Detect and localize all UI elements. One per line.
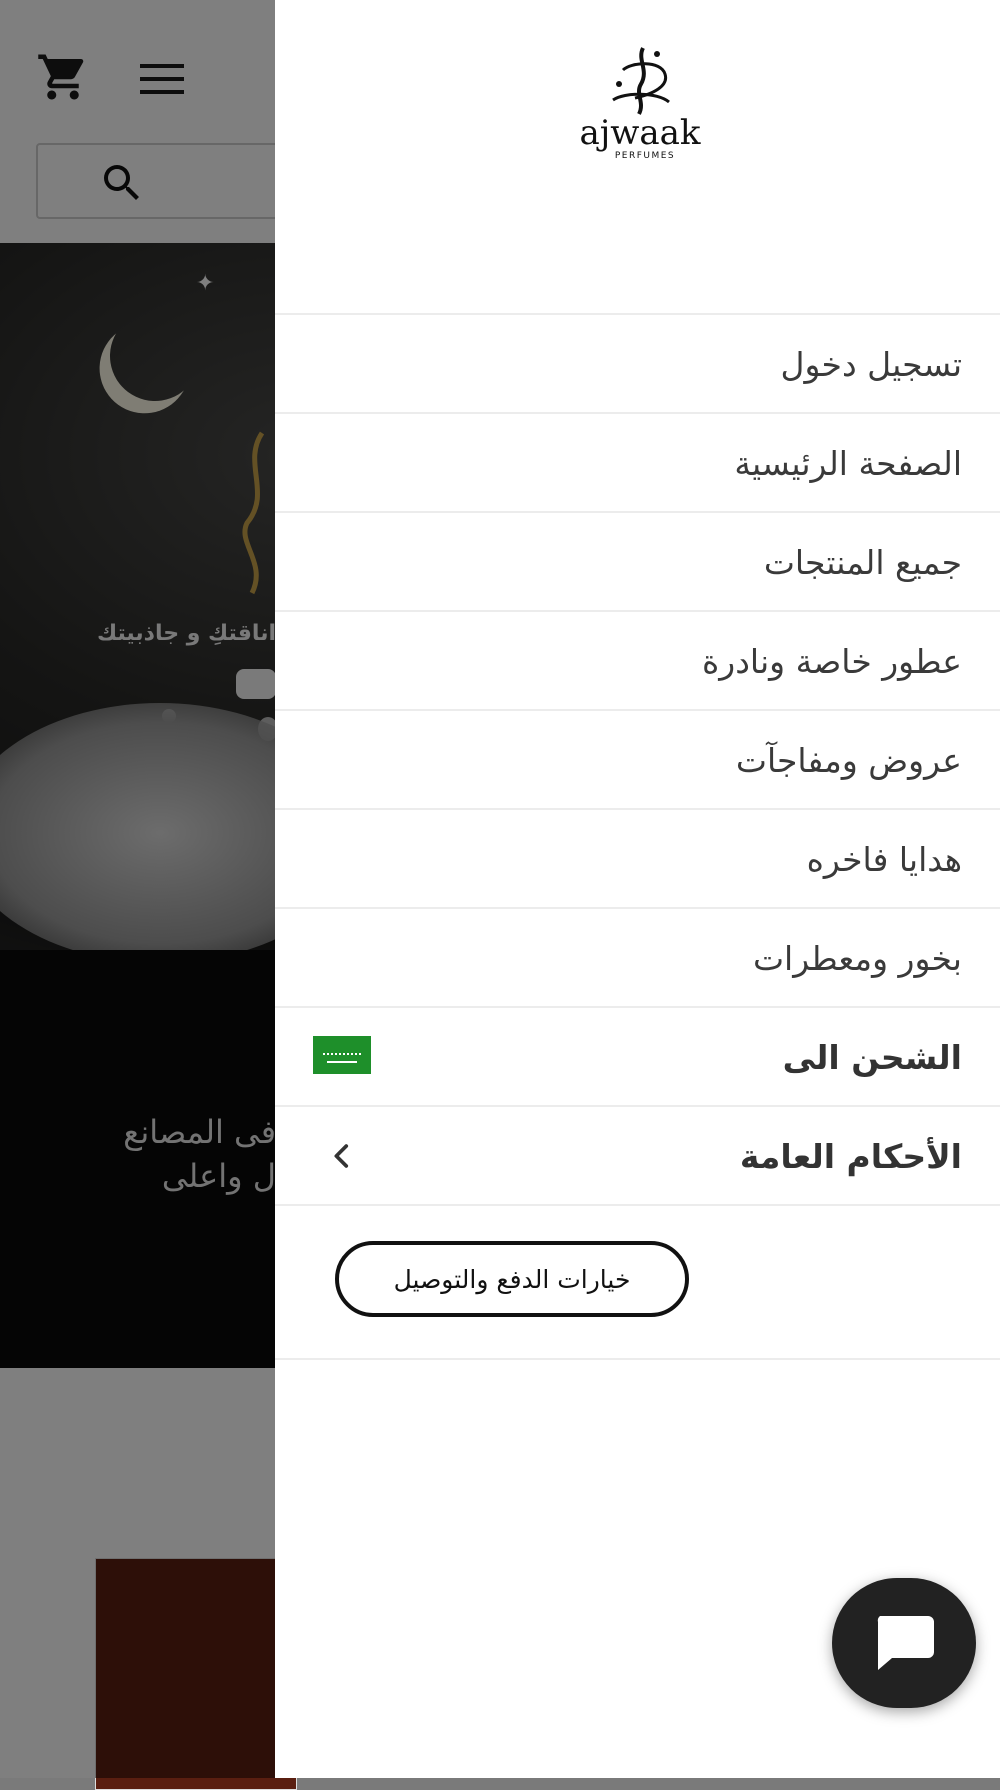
menu-item-shipping-to[interactable]: الشحن الى [275,1006,1000,1105]
menu-item-login[interactable]: تسجيل دخول [275,313,1000,412]
menu-item-label: عروض ومفاجآت [735,741,962,780]
menu-item-label: تسجيل دخول [780,345,962,384]
brand-logo[interactable]: ajwaak PERFUMES [565,40,715,165]
chevron-left-icon[interactable] [325,1139,359,1173]
chat-button[interactable] [832,1578,976,1708]
menu-item-label: الشحن الى [782,1038,962,1077]
menu-item-label: عطور خاصة ونادرة [702,642,962,681]
payment-row: خيارات الدفع والتوصيل [275,1206,1000,1360]
menu-item-offers[interactable]: عروض ومفاجآت [275,709,1000,808]
menu-item-label: الصفحة الرئيسية [734,444,962,483]
side-drawer: ajwaak PERFUMES تسجيل دخول الصفحة الرئيس… [275,0,1000,1778]
brand-wordmark: ajwaak [579,113,700,153]
drawer-menu: تسجيل دخول الصفحة الرئيسية جميع المنتجات… [275,313,1000,1360]
menu-item-luxury-gifts[interactable]: هدايا فاخره [275,808,1000,907]
menu-item-label: جميع المنتجات [763,543,962,582]
brand-subtitle: PERFUMES [615,151,675,161]
saudi-arabia-flag-icon[interactable] [313,1036,371,1074]
menu-item-terms[interactable]: الأحكام العامة [275,1105,1000,1204]
menu-item-all-products[interactable]: جميع المنتجات [275,511,1000,610]
menu-item-label: هدايا فاخره [806,840,962,879]
payment-delivery-options-button[interactable]: خيارات الدفع والتوصيل [335,1241,689,1317]
menu-item-label: الأحكام العامة [739,1137,962,1176]
menu-item-home[interactable]: الصفحة الرئيسية [275,412,1000,511]
menu-item-incense[interactable]: بخور ومعطرات [275,907,1000,1006]
chat-bubble-icon [877,1616,934,1670]
menu-item-label: بخور ومعطرات [752,939,962,978]
menu-item-rare-perfumes[interactable]: عطور خاصة ونادرة [275,610,1000,709]
